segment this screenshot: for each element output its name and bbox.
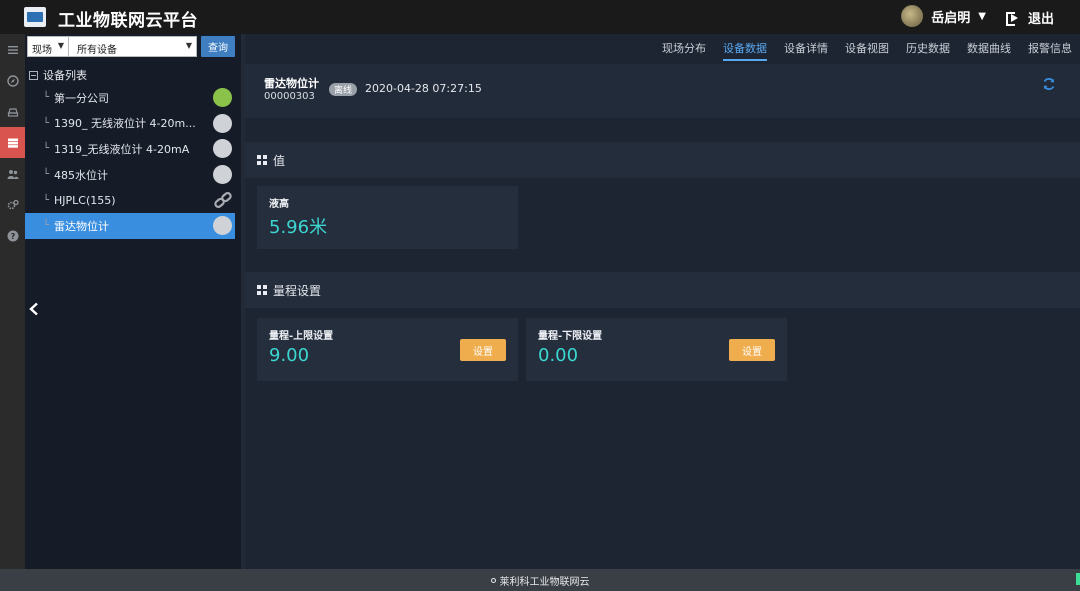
nav-rail: ?	[0, 34, 25, 569]
refresh-icon[interactable]	[1042, 77, 1056, 91]
tree-item[interactable]: └ 485水位计	[25, 162, 241, 188]
status-offline-icon	[213, 164, 232, 184]
chevron-left-icon[interactable]	[28, 302, 40, 316]
settings-icon[interactable]	[0, 189, 25, 220]
status-offline-icon	[213, 139, 232, 159]
chevron-down-icon[interactable]: ▼	[186, 41, 192, 50]
values-section-header: 值	[245, 142, 1080, 178]
device-select[interactable]: 所有设备 ▼	[69, 36, 197, 57]
tree-branch-icon: └	[43, 143, 50, 155]
device-timestamp: 2020-04-28 07:27:15	[365, 82, 482, 95]
card-label: 量程-下限设置	[538, 331, 603, 342]
tree-item-label[interactable]: 第一分公司	[54, 90, 109, 106]
help-icon[interactable]: ?	[0, 220, 25, 251]
main-content: 现场分布 设备数据 设备详情 设备视图 历史数据 数据曲线 报警信息 雷达物位计…	[245, 34, 1080, 569]
device-panel: 现场 ▼ 所有设备 ▼ 查询 设备列表 └ 第一分公司 └ 1390_ 无线液位…	[25, 34, 241, 569]
app-logo[interactable]	[24, 7, 46, 27]
device-header: 雷达物位计 00000303 离线 2020-04-28 07:27:15	[245, 64, 1080, 118]
tree-branch-icon: └	[43, 117, 50, 129]
compass-icon[interactable]	[0, 65, 25, 96]
tree-item-label[interactable]: 1390_ 无线液位计 4-20m...	[54, 115, 196, 131]
tab-curve[interactable]: 数据曲线	[967, 39, 1011, 61]
tab-alarms[interactable]: 报警信息	[1028, 39, 1072, 61]
value-card-level: 液高 5.96米	[257, 186, 518, 249]
tab-bar: 现场分布 设备数据 设备详情 设备视图 历史数据 数据曲线 报警信息	[645, 39, 1072, 61]
query-button[interactable]: 查询	[201, 36, 235, 57]
tree-item-selected[interactable]: └ 雷达物位计	[25, 212, 235, 239]
chevron-down-icon[interactable]: ▼	[978, 11, 986, 22]
drive-icon[interactable]	[0, 96, 25, 127]
status-offline-icon	[213, 113, 232, 133]
tree-branch-icon: └	[43, 92, 50, 104]
status-offline-icon	[213, 215, 232, 235]
range-card-upper: 量程-上限设置 9.00 设置	[257, 318, 518, 381]
device-name: 雷达物位计	[264, 77, 319, 90]
server-icon[interactable]	[0, 127, 25, 158]
section-title: 值	[273, 153, 286, 168]
range-section-header: 量程设置	[245, 272, 1080, 308]
card-value: 9.00	[269, 345, 310, 366]
tree-item[interactable]: └ 1390_ 无线液位计 4-20m...	[25, 111, 241, 137]
tab-site-map[interactable]: 现场分布	[662, 39, 706, 61]
grid-icon	[257, 285, 267, 295]
card-value: 5.96米	[269, 217, 328, 238]
tree-item-label[interactable]: 1319_无线液位计 4-20mA	[54, 141, 189, 157]
tree-item-label[interactable]: HJPLC(155)	[54, 194, 116, 207]
tab-device-details[interactable]: 设备详情	[784, 39, 828, 61]
set-lower-button[interactable]: 设置	[729, 339, 775, 361]
chevron-down-icon[interactable]: ▼	[58, 41, 64, 50]
tree-item-label[interactable]: 485水位计	[54, 167, 108, 183]
footer-text[interactable]: 莱利科工业物联网云	[500, 573, 590, 588]
card-value: 0.00	[538, 345, 579, 366]
tree-item[interactable]: └ HJPLC(155)	[25, 187, 241, 213]
tree-item[interactable]: └ 第一分公司	[25, 85, 241, 111]
range-card-lower: 量程-下限设置 0.00 设置	[526, 318, 787, 381]
grid-icon	[257, 155, 267, 165]
section-title: 量程设置	[273, 283, 322, 298]
tab-device-view[interactable]: 设备视图	[845, 39, 889, 61]
copyright-icon	[490, 577, 496, 583]
device-tree: └ 第一分公司 └ 1390_ 无线液位计 4-20m... └ 1319_无线…	[25, 85, 241, 239]
device-tree-root-label: 设备列表	[43, 69, 87, 82]
tab-device-data[interactable]: 设备数据	[723, 39, 767, 61]
app-title: 工业物联网云平台	[58, 11, 198, 31]
scope-select-value[interactable]: 现场	[32, 45, 52, 56]
logout-icon[interactable]	[1005, 11, 1020, 26]
top-bar: 工业物联网云平台 岳启明 ▼ 退出	[0, 0, 1080, 34]
corner-indicator	[1076, 573, 1080, 585]
user-name[interactable]: 岳启明	[931, 7, 970, 26]
link-icon	[214, 192, 232, 209]
footer: 莱利科工业物联网云	[0, 569, 1080, 591]
card-label: 量程-上限设置	[269, 331, 334, 342]
users-icon[interactable]	[0, 158, 25, 189]
tree-item[interactable]: └ 1319_无线液位计 4-20mA	[25, 136, 241, 162]
device-code: 00000303	[264, 91, 315, 102]
collapse-icon[interactable]	[29, 70, 38, 80]
device-tree-root[interactable]: 设备列表	[29, 67, 87, 83]
scope-select[interactable]: 现场 ▼	[27, 36, 69, 57]
status-badge: 离线	[329, 83, 357, 96]
tree-item-label[interactable]: 雷达物位计	[54, 218, 109, 234]
filter-bar: 现场 ▼ 所有设备 ▼ 查询	[27, 36, 235, 57]
status-online-icon	[213, 88, 232, 107]
logout-label[interactable]: 退出	[1028, 8, 1054, 27]
card-label: 液高	[269, 199, 289, 210]
menu-icon[interactable]	[0, 34, 25, 65]
user-menu[interactable]: 岳启明 ▼	[901, 5, 986, 27]
tree-branch-icon: └	[43, 194, 50, 206]
tree-branch-icon: └	[43, 220, 50, 232]
logout-button[interactable]: 退出	[1005, 8, 1054, 27]
avatar[interactable]	[901, 5, 924, 27]
tab-history[interactable]: 历史数据	[906, 39, 950, 61]
svg-text:?: ?	[10, 232, 15, 241]
device-select-value[interactable]: 所有设备	[77, 45, 117, 56]
set-upper-button[interactable]: 设置	[460, 339, 506, 361]
tree-branch-icon: └	[43, 169, 50, 181]
